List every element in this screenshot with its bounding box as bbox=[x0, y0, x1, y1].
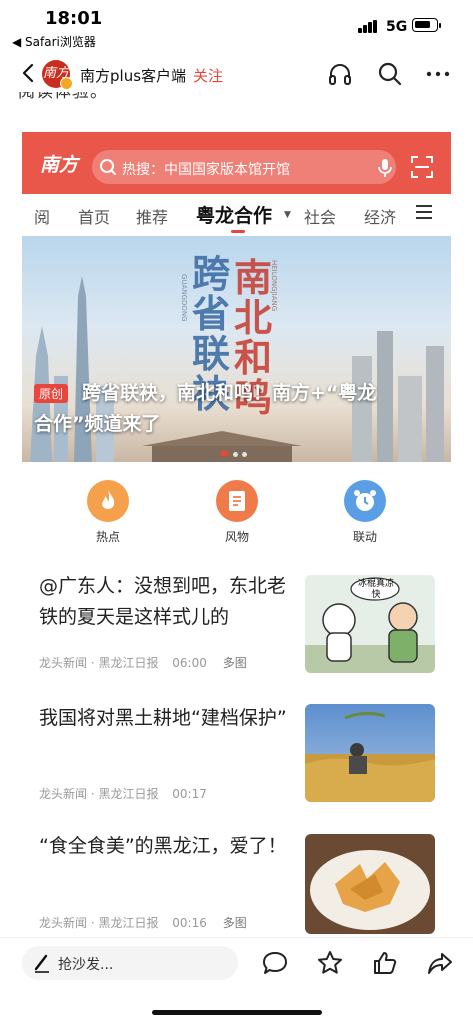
home-indicator[interactable] bbox=[152, 1010, 322, 1015]
tab-home[interactable]: 首页 bbox=[78, 204, 110, 228]
carousel-dot bbox=[233, 452, 238, 457]
scan-icon[interactable] bbox=[410, 155, 434, 179]
article-source: 龙头新闻 · 黑龙江日报 bbox=[39, 916, 159, 930]
article-time: 00:17 bbox=[172, 787, 207, 801]
article-meta: 龙头新闻 · 黑龙江日报 06:00 多图 bbox=[39, 654, 247, 671]
follow-button[interactable]: 关注 bbox=[193, 65, 223, 86]
thumbnail-caption: 冰棍真凉快 bbox=[357, 579, 394, 600]
pen-icon bbox=[33, 953, 51, 973]
star-icon[interactable] bbox=[316, 949, 344, 977]
search-placeholder: 热搜：中国国家版本馆开馆 bbox=[122, 162, 290, 178]
banner-pinyin-left: GUANGDONG bbox=[180, 274, 188, 322]
comment-input[interactable] bbox=[22, 946, 238, 980]
search-icon[interactable] bbox=[376, 60, 404, 88]
category-scenery-label: 风物 bbox=[224, 530, 249, 544]
article-title[interactable]: 我国将对黑土耕地“建档保护” bbox=[39, 703, 289, 734]
network-type: 5G bbox=[386, 19, 408, 35]
scroll-icon bbox=[229, 491, 245, 511]
article-thumbnail[interactable] bbox=[305, 704, 435, 802]
active-tab-indicator bbox=[231, 230, 245, 233]
article-title[interactable]: @广东人：没想到吧，东北老铁的夏天是这样式儿的 bbox=[39, 571, 289, 633]
battery-icon bbox=[412, 18, 441, 32]
banner-headline-2: 合作”频道来了 bbox=[34, 413, 161, 435]
original-badge: 原创 bbox=[34, 384, 69, 403]
publisher-name[interactable]: 南方plus客户端 bbox=[80, 65, 186, 86]
article-time: 00:16 bbox=[172, 916, 207, 930]
signal-icon bbox=[358, 20, 380, 33]
article-time: 06:00 bbox=[172, 656, 207, 670]
article-thumbnail[interactable] bbox=[305, 834, 435, 934]
article-meta: 龙头新闻 · 黑龙江日报 00:16 多图 bbox=[39, 914, 247, 931]
article-tag: 多图 bbox=[222, 656, 247, 670]
article-meta: 龙头新闻 · 黑龙江日报 00:17 bbox=[39, 785, 207, 802]
carousel-dot bbox=[242, 452, 247, 457]
back-arrow-icon[interactable] bbox=[16, 58, 42, 88]
flame-icon bbox=[102, 490, 115, 509]
category-linkage-button[interactable] bbox=[344, 480, 386, 522]
article-thumbnail[interactable]: 冰棍真凉快 bbox=[305, 575, 435, 673]
category-hot-button[interactable] bbox=[87, 480, 129, 522]
article-text-fragment: 阅读体验。 bbox=[18, 92, 108, 102]
article-tag: 多图 bbox=[222, 916, 247, 930]
tab-read[interactable]: 阅 bbox=[34, 204, 50, 228]
microphone-icon[interactable] bbox=[376, 157, 394, 179]
article-source: 龙头新闻 · 黑龙江日报 bbox=[39, 787, 159, 801]
menu-icon[interactable] bbox=[415, 204, 433, 220]
more-options-icon[interactable] bbox=[424, 60, 452, 88]
publisher-avatar[interactable]: 南方 bbox=[42, 60, 73, 90]
hero-banner[interactable]: GUANGDONG HEILONGJIANG 跨省联袂 南北和鸣 原创 跨省联袂… bbox=[22, 236, 451, 462]
article-title[interactable]: “食全食美”的黑龙江，爱了！ bbox=[39, 831, 289, 862]
tab-economy[interactable]: 经济 bbox=[364, 204, 396, 228]
carousel-dot-active bbox=[220, 451, 229, 456]
app-logo: 南方 bbox=[40, 154, 79, 176]
search-small-icon bbox=[98, 157, 118, 177]
tab-yuelong[interactable]: 粤龙合作 bbox=[196, 201, 272, 228]
headphones-icon[interactable] bbox=[326, 60, 354, 88]
category-linkage-label: 联动 bbox=[352, 530, 377, 544]
category-scenery-button[interactable] bbox=[216, 480, 258, 522]
like-icon[interactable] bbox=[371, 949, 399, 977]
verified-badge-icon bbox=[60, 77, 73, 90]
share-icon[interactable] bbox=[426, 949, 454, 977]
back-to-safari-link[interactable]: ◀ Safari浏览器 bbox=[12, 33, 96, 50]
tab-dropdown-icon: ▼ bbox=[284, 210, 291, 220]
banner-headline-1: 跨省联袂，南北和鸣！南方+“粤龙 bbox=[82, 382, 377, 404]
tab-society[interactable]: 社会 bbox=[304, 204, 336, 228]
tab-recommend[interactable]: 推荐 bbox=[136, 204, 168, 228]
comment-icon[interactable] bbox=[261, 949, 289, 977]
category-hot-label: 热点 bbox=[95, 530, 120, 544]
comment-placeholder: 抢沙发... bbox=[58, 957, 114, 973]
status-time: 18:01 bbox=[45, 8, 103, 29]
channel-tabs: 阅 首页 推荐 粤龙合作 社会 经济 bbox=[22, 196, 451, 234]
alarm-clock-icon bbox=[354, 490, 376, 511]
article-source: 龙头新闻 · 黑龙江日报 bbox=[39, 656, 159, 670]
